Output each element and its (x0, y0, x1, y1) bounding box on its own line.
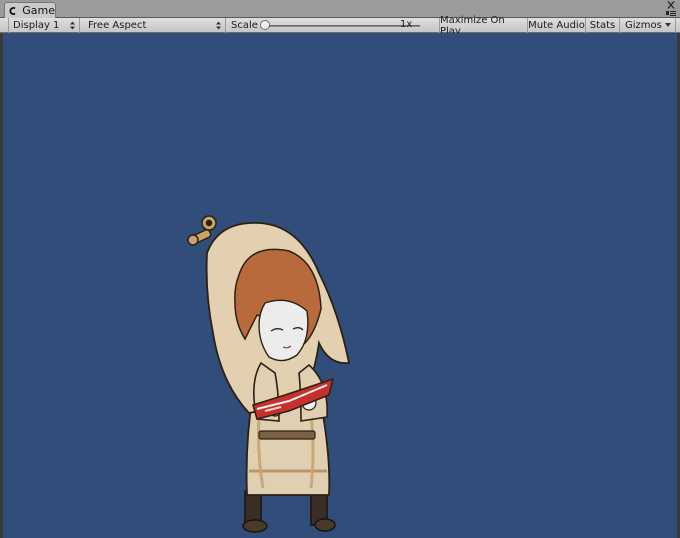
gizmos-label: Gizmos (625, 20, 662, 31)
tab-bar: Game (0, 0, 680, 18)
scale-slider-thumb[interactable] (260, 20, 270, 30)
maximize-on-play-toggle[interactable]: Maximize On Play (440, 15, 528, 37)
tab-game-label: Game (22, 4, 55, 17)
window-controls (666, 1, 676, 17)
gizmos-dropdown[interactable]: Gizmos (620, 18, 676, 33)
dropdown-arrows-icon (216, 21, 221, 30)
stats-toggle[interactable]: Stats (586, 18, 620, 33)
scale-slider-track[interactable] (262, 25, 420, 27)
mute-audio-toggle[interactable]: Mute Audio (528, 18, 586, 33)
tab-game[interactable]: Game (4, 2, 56, 18)
game-viewport[interactable] (3, 33, 677, 538)
aspect-dropdown[interactable]: Free Aspect (84, 18, 226, 33)
game-controller-icon (9, 6, 16, 15)
caret-down-icon[interactable] (665, 23, 671, 28)
girl-reading-book-sprite (187, 215, 351, 533)
game-window: Game Display 1 Free Aspect Scale 1x Maxi… (0, 0, 680, 538)
display-dropdown[interactable]: Display 1 (8, 18, 80, 33)
menu-icon[interactable] (666, 10, 676, 17)
dropdown-arrows-icon (70, 21, 75, 30)
scale-label: Scale (231, 20, 258, 31)
hair-key-ornament (187, 215, 217, 246)
aspect-dropdown-value: Free Aspect (88, 20, 147, 31)
scale-value: 1x (400, 19, 413, 30)
scale-control: Scale 1x (226, 18, 440, 33)
display-dropdown-value: Display 1 (13, 20, 60, 31)
close-icon[interactable] (666, 1, 676, 9)
game-toolbar: Display 1 Free Aspect Scale 1x Maximize … (0, 15, 680, 37)
